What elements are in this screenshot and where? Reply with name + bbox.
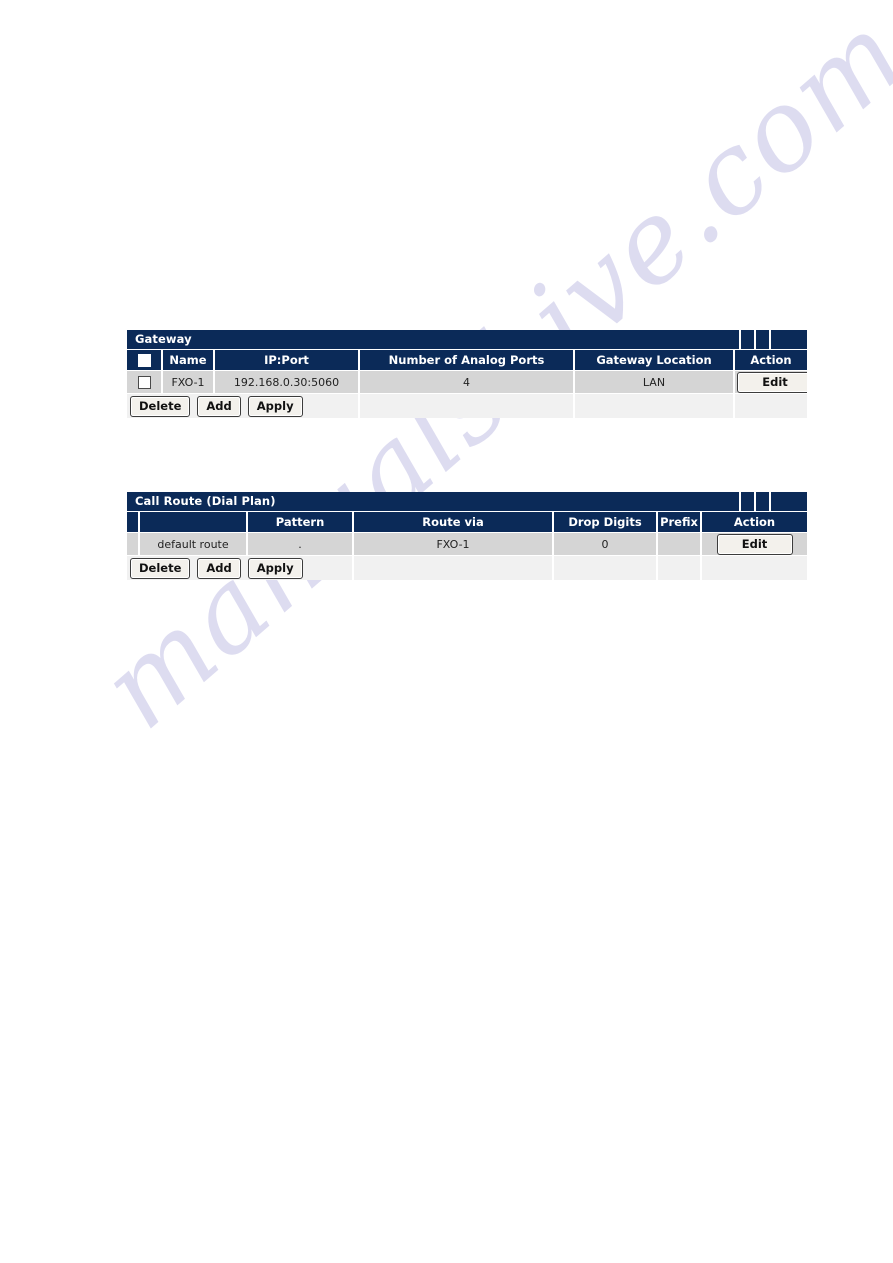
- titlebar-tab-2[interactable]: [754, 492, 769, 511]
- titlebar-tab-1[interactable]: [739, 492, 754, 511]
- call-route-footer-actions: Delete Add Apply: [127, 555, 354, 580]
- call-route-col-drop-digits: Drop Digits: [553, 512, 658, 533]
- call-route-row-drop-digits: 0: [553, 532, 658, 556]
- call-route-col-prefix: Prefix: [657, 512, 702, 533]
- gateway-row-action: Edit: [734, 370, 807, 394]
- gateway-panel: Gateway Name IP:Port Number of Analog Po…: [127, 330, 807, 418]
- call-route-row-select: [127, 532, 140, 556]
- call-route-col-route-via: Route via: [353, 512, 554, 533]
- select-all-checkbox[interactable]: [137, 354, 151, 367]
- call-route-col-action: Action: [701, 512, 807, 533]
- gateway-row-ports: 4: [359, 370, 575, 394]
- call-route-footer-row: Delete Add Apply: [127, 555, 807, 580]
- call-route-titlebar: Call Route (Dial Plan): [127, 492, 807, 512]
- call-route-edit-button[interactable]: Edit: [716, 533, 793, 555]
- table-row: default route . FXO-1 0 Edit: [127, 532, 807, 556]
- gateway-col-location: Gateway Location: [574, 350, 735, 371]
- call-route-footer-spacer-3: [657, 555, 702, 580]
- gateway-footer-row: Delete Add Apply: [127, 393, 807, 418]
- call-route-row-label: default route: [139, 532, 248, 556]
- titlebar-tab-3[interactable]: [769, 330, 807, 349]
- delete-button[interactable]: Delete: [130, 557, 191, 579]
- gateway-col-select: [127, 350, 163, 371]
- call-route-table: Pattern Route via Drop Digits Prefix Act…: [127, 512, 807, 580]
- gateway-header-row: Name IP:Port Number of Analog Ports Gate…: [127, 350, 807, 371]
- call-route-footer-spacer-2: [553, 555, 658, 580]
- titlebar-tab-2[interactable]: [754, 330, 769, 349]
- gateway-button-group: Delete Add Apply: [127, 395, 357, 417]
- call-route-title: Call Route (Dial Plan): [135, 494, 276, 508]
- gateway-table: Name IP:Port Number of Analog Ports Gate…: [127, 350, 807, 418]
- add-button[interactable]: Add: [197, 395, 241, 417]
- gateway-col-ipport: IP:Port: [214, 350, 360, 371]
- titlebar-tab-3[interactable]: [769, 492, 807, 511]
- call-route-button-group: Delete Add Apply: [127, 557, 351, 579]
- call-route-row-pattern: .: [247, 532, 354, 556]
- gateway-titlebar-tabs: [739, 330, 807, 349]
- gateway-title: Gateway: [135, 332, 192, 346]
- gateway-col-name: Name: [162, 350, 215, 371]
- gateway-col-action: Action: [734, 350, 807, 371]
- call-route-row-action: Edit: [701, 532, 807, 556]
- gateway-row-name: FXO-1: [162, 370, 215, 394]
- titlebar-tab-1[interactable]: [739, 330, 754, 349]
- gateway-footer-actions: Delete Add Apply: [127, 393, 360, 418]
- call-route-col-select: [127, 512, 140, 533]
- call-route-footer-spacer-1: [353, 555, 554, 580]
- gateway-row-ipport: 192.168.0.30:5060: [214, 370, 360, 394]
- call-route-row-route-via: FXO-1: [353, 532, 554, 556]
- call-route-col-pattern: Pattern: [247, 512, 354, 533]
- call-route-row-prefix: [657, 532, 702, 556]
- call-route-col-label: [139, 512, 248, 533]
- gateway-row-select: [127, 370, 163, 394]
- gateway-footer-spacer-3: [734, 393, 807, 418]
- row-select-checkbox[interactable]: [137, 375, 151, 389]
- call-route-panel: Call Route (Dial Plan) Pattern Route via…: [127, 492, 807, 580]
- delete-button[interactable]: Delete: [130, 395, 191, 417]
- gateway-footer-spacer-1: [359, 393, 575, 418]
- gateway-footer-spacer-2: [574, 393, 735, 418]
- call-route-header-row: Pattern Route via Drop Digits Prefix Act…: [127, 512, 807, 533]
- apply-button[interactable]: Apply: [247, 557, 303, 579]
- table-row: FXO-1 192.168.0.30:5060 4 LAN Edit: [127, 370, 807, 394]
- add-button[interactable]: Add: [197, 557, 241, 579]
- apply-button[interactable]: Apply: [247, 395, 303, 417]
- call-route-footer-spacer-4: [701, 555, 807, 580]
- call-route-titlebar-tabs: [739, 492, 807, 511]
- gateway-col-ports: Number of Analog Ports: [359, 350, 575, 371]
- gateway-edit-button[interactable]: Edit: [737, 371, 807, 393]
- gateway-row-location: LAN: [574, 370, 735, 394]
- gateway-titlebar: Gateway: [127, 330, 807, 350]
- page-watermark: manualshive.com: [0, 0, 893, 1263]
